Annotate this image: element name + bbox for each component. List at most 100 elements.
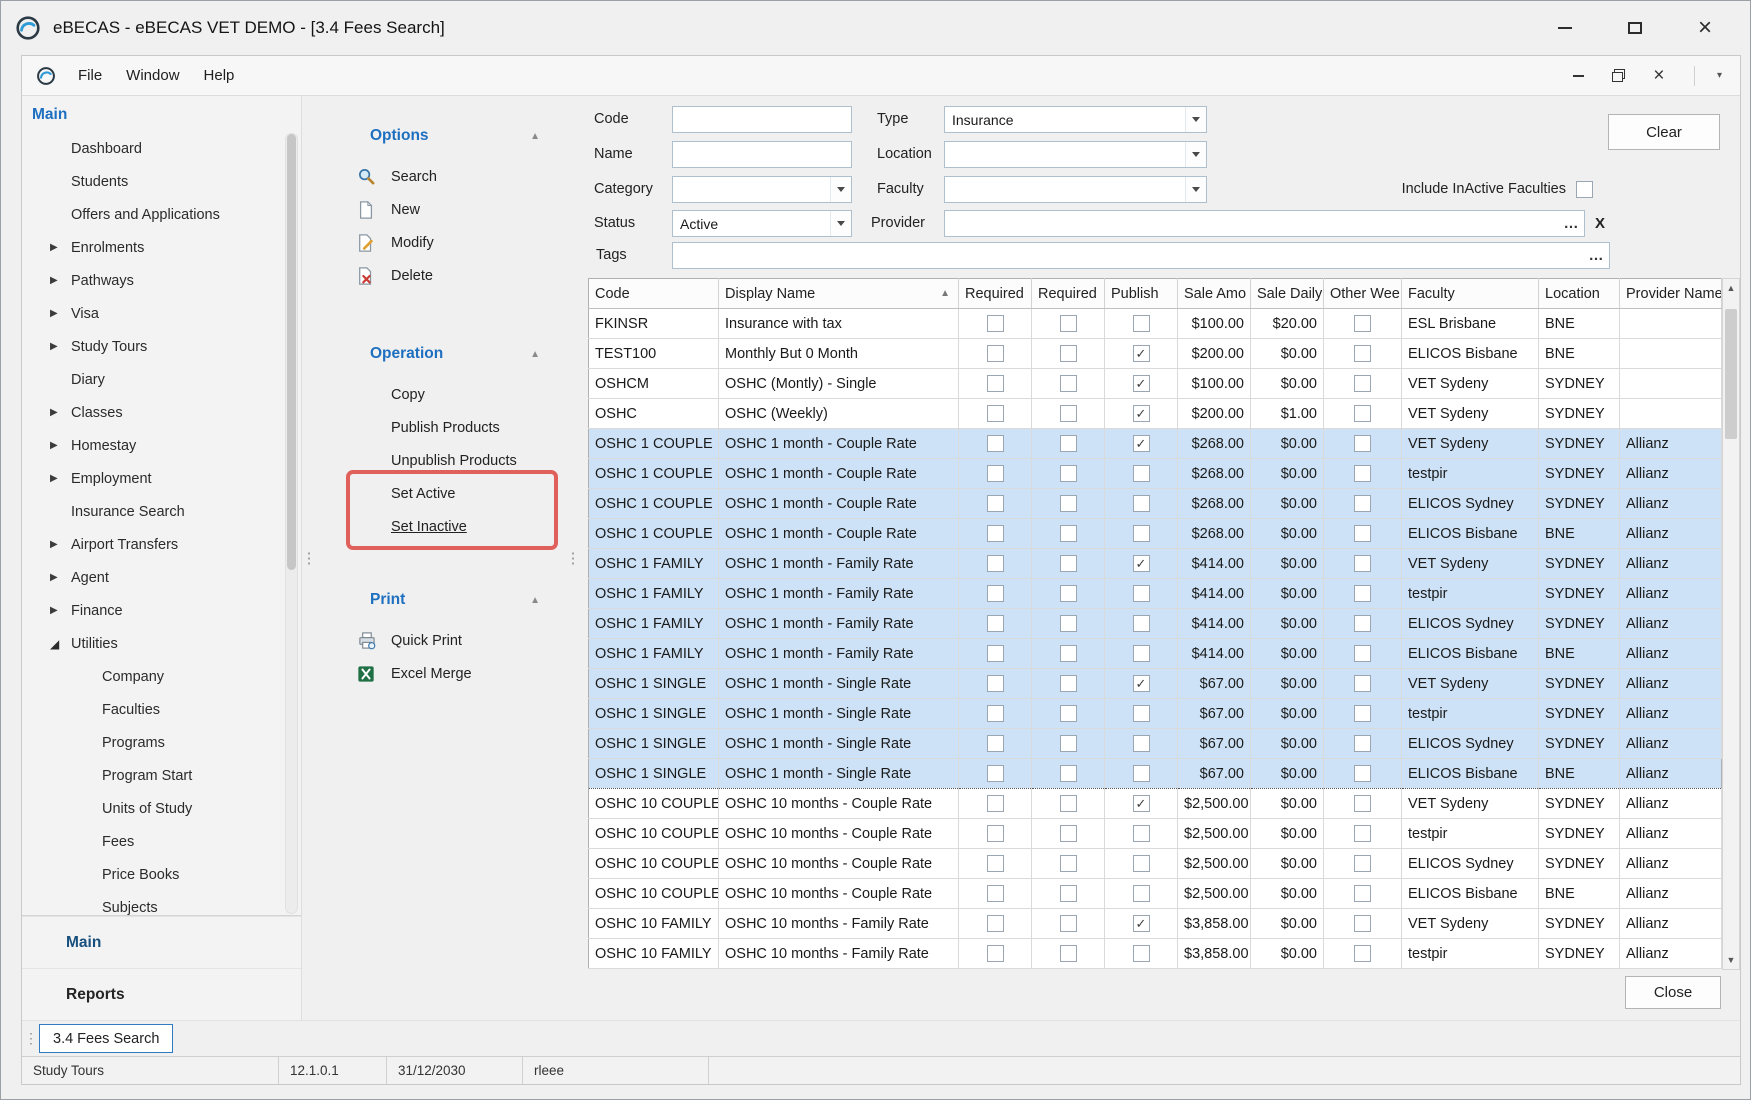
grid-cell[interactable]: OSHC 10 COUPLE xyxy=(589,849,719,879)
grid-checkbox-cell[interactable] xyxy=(1324,549,1402,579)
clear-button[interactable]: Clear xyxy=(1608,114,1720,150)
grid-checkbox-cell[interactable] xyxy=(1032,609,1105,639)
grid-checkbox[interactable] xyxy=(1133,615,1150,632)
column-header-required-3[interactable]: Required xyxy=(1032,279,1105,309)
menu-item-window[interactable]: Window xyxy=(114,56,191,96)
chevron-down-icon[interactable] xyxy=(1185,177,1206,202)
grid-checkbox-cell[interactable] xyxy=(1324,879,1402,909)
grid-cell[interactable]: OSHC 10 months - Couple Rate xyxy=(719,819,959,849)
grid-cell[interactable]: OSHC 1 SINGLE xyxy=(589,669,719,699)
grid-cell[interactable]: OSHC 1 month - Couple Rate xyxy=(719,459,959,489)
grid-checkbox-cell[interactable] xyxy=(959,729,1032,759)
grid-cell[interactable]: OSHC 1 month - Family Rate xyxy=(719,579,959,609)
table-row[interactable]: OSHC 1 COUPLEOSHC 1 month - Couple Rate✓… xyxy=(589,429,1722,459)
grid-cell[interactable]: SYDNEY xyxy=(1539,939,1620,969)
sidebar-item-classes[interactable]: ▶Classes xyxy=(22,396,283,429)
sidebar-footer-main[interactable]: Main xyxy=(22,916,301,968)
grid-cell[interactable]: BNE xyxy=(1539,309,1620,339)
grid-checkbox-cell[interactable] xyxy=(1324,639,1402,669)
grid-cell[interactable]: ELICOS Sydney xyxy=(1402,489,1539,519)
grid-cell[interactable]: ELICOS Bisbane xyxy=(1402,879,1539,909)
menu-item-file[interactable]: File xyxy=(66,56,114,96)
sidebar-item-price-books[interactable]: Price Books xyxy=(22,858,283,891)
action-set-inactive[interactable]: Set Inactive xyxy=(316,510,566,543)
table-row[interactable]: OSHC 10 COUPLEOSHC 10 months - Couple Ra… xyxy=(589,879,1722,909)
grid-checkbox-cell[interactable] xyxy=(959,699,1032,729)
grid-checkbox[interactable]: ✓ xyxy=(1133,555,1150,572)
grid-checkbox-cell[interactable] xyxy=(1032,879,1105,909)
grid-checkbox-cell[interactable] xyxy=(959,789,1032,819)
table-row[interactable]: OSHC 1 FAMILYOSHC 1 month - Family Rate$… xyxy=(589,609,1722,639)
grid-cell[interactable]: $268.00 xyxy=(1178,429,1251,459)
grid-checkbox-cell[interactable] xyxy=(1105,609,1178,639)
grid-cell[interactable]: OSHC 1 month - Single Rate xyxy=(719,759,959,789)
table-row[interactable]: OSHC 1 COUPLEOSHC 1 month - Couple Rate$… xyxy=(589,489,1722,519)
action-publish-products[interactable]: Publish Products xyxy=(316,411,566,444)
grid-cell[interactable]: Allianz xyxy=(1620,909,1722,939)
grid-checkbox[interactable] xyxy=(1060,375,1077,392)
sidebar-item-airport-transfers[interactable]: ▶Airport Transfers xyxy=(22,528,283,561)
grid-cell[interactable]: OSHC 1 month - Single Rate xyxy=(719,729,959,759)
grid-checkbox[interactable] xyxy=(1354,525,1371,542)
column-header-display-name-1[interactable]: Display Name▲ xyxy=(719,279,959,309)
grid-cell[interactable]: $414.00 xyxy=(1178,549,1251,579)
grid-checkbox-cell[interactable] xyxy=(959,939,1032,969)
table-row[interactable]: OSHC 10 COUPLEOSHC 10 months - Couple Ra… xyxy=(589,849,1722,879)
grid-checkbox[interactable] xyxy=(1354,735,1371,752)
grid-checkbox-cell[interactable] xyxy=(959,549,1032,579)
grid-checkbox[interactable] xyxy=(987,735,1004,752)
menu-item-help[interactable]: Help xyxy=(192,56,247,96)
grid-checkbox[interactable] xyxy=(1133,645,1150,662)
collapse-icon[interactable]: ▲ xyxy=(530,131,540,142)
grid-cell[interactable]: $67.00 xyxy=(1178,759,1251,789)
collapse-icon[interactable]: ▲ xyxy=(530,349,540,360)
grid-checkbox-cell[interactable] xyxy=(1324,339,1402,369)
grid-checkbox[interactable] xyxy=(1354,705,1371,722)
grid-cell[interactable]: SYDNEY xyxy=(1539,579,1620,609)
sidebar-item-pathways[interactable]: ▶Pathways xyxy=(22,264,283,297)
grid-cell[interactable]: $0.00 xyxy=(1251,339,1324,369)
grid-cell[interactable]: $0.00 xyxy=(1251,639,1324,669)
grid-cell[interactable]: Allianz xyxy=(1620,729,1722,759)
grid-cell[interactable]: BNE xyxy=(1539,759,1620,789)
scrollbar-thumb[interactable] xyxy=(287,134,296,570)
grid-cell[interactable]: OSHCM xyxy=(589,369,719,399)
grid-cell[interactable]: VET Sydeny xyxy=(1402,549,1539,579)
grid-checkbox-cell[interactable]: ✓ xyxy=(1105,669,1178,699)
grid-cell[interactable]: OSHC 10 months - Couple Rate xyxy=(719,879,959,909)
grid-checkbox-cell[interactable] xyxy=(1324,789,1402,819)
sidebar-item-finance[interactable]: ▶Finance xyxy=(22,594,283,627)
grid-checkbox[interactable] xyxy=(1133,825,1150,842)
grid-cell[interactable]: SYDNEY xyxy=(1539,429,1620,459)
grid-cell[interactable]: $2,500.00 xyxy=(1178,789,1251,819)
grid-checkbox-cell[interactable] xyxy=(1105,519,1178,549)
grid-checkbox[interactable] xyxy=(1354,315,1371,332)
grid-cell[interactable]: ELICOS Sydney xyxy=(1402,729,1539,759)
sidebar-item-company[interactable]: Company xyxy=(22,660,283,693)
grid-checkbox-cell[interactable] xyxy=(1324,909,1402,939)
grid-cell[interactable]: $67.00 xyxy=(1178,729,1251,759)
column-header-sale-daily-6[interactable]: Sale Daily xyxy=(1251,279,1324,309)
grid-checkbox[interactable] xyxy=(1354,615,1371,632)
sidebar-item-dashboard[interactable]: Dashboard xyxy=(22,132,283,165)
grid-checkbox-cell[interactable] xyxy=(1105,489,1178,519)
grid-checkbox-cell[interactable] xyxy=(1032,789,1105,819)
provider-field[interactable]: … xyxy=(944,210,1585,237)
grid-checkbox-cell[interactable] xyxy=(1105,819,1178,849)
grid-cell[interactable]: $0.00 xyxy=(1251,759,1324,789)
grid-checkbox[interactable]: ✓ xyxy=(1133,795,1150,812)
grid-checkbox-cell[interactable] xyxy=(1324,429,1402,459)
grid-cell[interactable]: $0.00 xyxy=(1251,819,1324,849)
grid-checkbox[interactable]: ✓ xyxy=(1133,405,1150,422)
grid-checkbox-cell[interactable] xyxy=(1032,669,1105,699)
grid-checkbox[interactable] xyxy=(1060,495,1077,512)
action-unpublish-products[interactable]: Unpublish Products xyxy=(316,444,566,477)
chevron-down-icon[interactable] xyxy=(1185,142,1206,167)
drag-handle-icon[interactable]: ⋮ xyxy=(24,1030,34,1047)
grid-checkbox[interactable] xyxy=(1354,795,1371,812)
grid-cell[interactable]: $0.00 xyxy=(1251,729,1324,759)
grid-cell[interactable]: SYDNEY xyxy=(1539,549,1620,579)
grid-cell[interactable]: Allianz xyxy=(1620,849,1722,879)
grid-checkbox[interactable]: ✓ xyxy=(1133,435,1150,452)
table-row[interactable]: OSHC 10 FAMILYOSHC 10 months - Family Ra… xyxy=(589,909,1722,939)
